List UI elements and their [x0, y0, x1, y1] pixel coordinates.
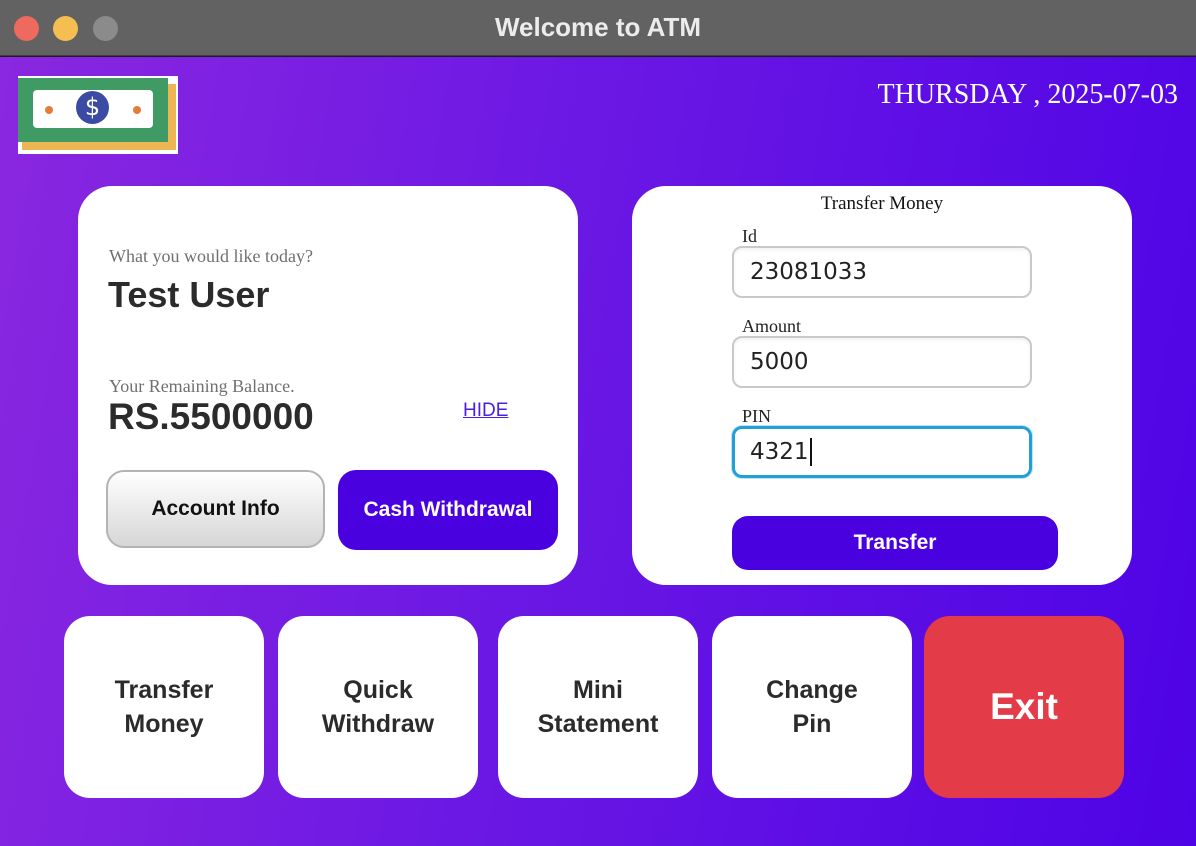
id-label: Id [742, 226, 757, 246]
atm-window: Welcome to ATM $ THURSDAY , 2025-07-03 W… [0, 0, 1196, 846]
bill-dot-left [45, 106, 53, 114]
amount-input[interactable]: 5000 [732, 336, 1032, 388]
quick-withdraw-tile-label: Quick Withdraw [322, 673, 434, 741]
transfer-button[interactable]: Transfer [732, 516, 1058, 570]
text-caret [809, 438, 812, 466]
tile-label-line: Withdraw [321, 710, 435, 738]
tile-label-line: Quick [343, 676, 413, 704]
tile-label-line: Change [766, 676, 858, 704]
mini-statement-tile-label: Mini Statement [538, 673, 659, 741]
tile-label-line: Pin [792, 710, 832, 738]
dollar-coin-icon: $ [76, 91, 109, 124]
main-content: $ THURSDAY , 2025-07-03 What you would l… [0, 57, 1196, 846]
tile-label-line: Statement [537, 710, 659, 738]
exit-tile[interactable]: Exit [924, 616, 1124, 798]
id-input[interactable]: 23081033 [732, 246, 1032, 298]
transfer-money-tile-label: Transfer Money [115, 673, 214, 741]
tile-label-line: Money [124, 710, 204, 738]
change-pin-tile-label: Change Pin [766, 673, 858, 741]
current-date: THURSDAY , 2025-07-03 [877, 79, 1179, 110]
window-title: Welcome to ATM [494, 12, 702, 42]
transfer-money-card: Transfer Money Id 23081033 Amount 5000 P… [632, 186, 1132, 585]
amount-input-value: 5000 [750, 349, 809, 375]
greeting-text: What you would like today? [109, 246, 313, 266]
bill-dot-right [133, 106, 141, 114]
mini-statement-tile[interactable]: Mini Statement [498, 616, 698, 798]
balance-label: Your Remaining Balance. [109, 376, 295, 396]
tile-label-line: Mini [573, 676, 623, 704]
balance-value: RS.5500000 [108, 396, 314, 437]
transfer-card-title: Transfer Money [820, 193, 944, 214]
account-info-button[interactable]: Account Info [106, 470, 325, 548]
dollar-bill-icon: $ [18, 76, 178, 154]
pin-input[interactable]: 4321 [732, 426, 1032, 478]
quick-withdraw-tile[interactable]: Quick Withdraw [278, 616, 478, 798]
exit-label: Exit [990, 686, 1058, 727]
account-summary-card: What you would like today? Test User You… [78, 186, 578, 585]
amount-label: Amount [742, 316, 802, 336]
change-pin-tile[interactable]: Change Pin [712, 616, 912, 798]
pin-label: PIN [742, 406, 772, 426]
cash-withdrawal-button[interactable]: Cash Withdrawal [338, 470, 558, 550]
id-input-value: 23081033 [750, 259, 868, 285]
pin-input-value: 4321 [750, 439, 809, 465]
transfer-money-tile[interactable]: Transfer Money [64, 616, 264, 798]
user-name: Test User [108, 274, 270, 315]
title-bar: Welcome to ATM [0, 0, 1196, 56]
hide-balance-link[interactable]: HIDE [463, 400, 508, 422]
tile-label-line: Transfer [114, 676, 214, 704]
